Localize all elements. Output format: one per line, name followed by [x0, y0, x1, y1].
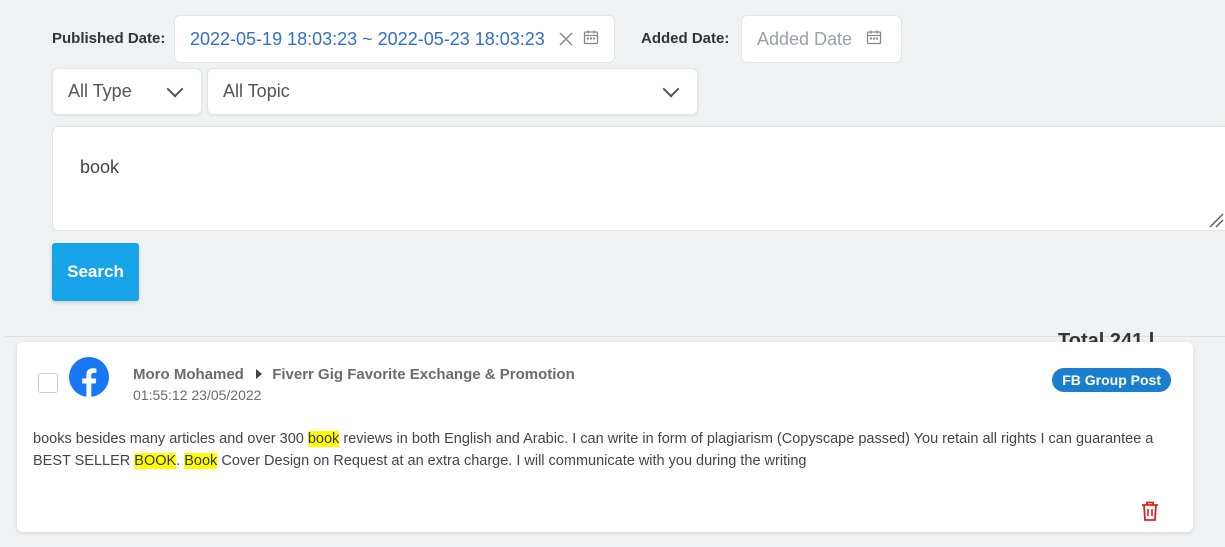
type-select[interactable]: All Type [52, 68, 202, 115]
trash-icon[interactable] [1141, 501, 1159, 526]
keyword-highlight: BOOK [134, 453, 177, 469]
calendar-icon [866, 29, 882, 50]
added-date-label: Added Date: [641, 30, 730, 47]
facebook-icon [69, 357, 109, 402]
divider [5, 336, 1225, 337]
post-text: Cover Design on Request at an extra char… [217, 453, 807, 469]
topic-select-value: All Topic [223, 81, 290, 101]
keyword-text: book [80, 157, 120, 177]
added-date-placeholder: Added Date [757, 28, 853, 49]
post-header: Moro Mohamed Fiverr Gig Favorite Exchang… [133, 366, 575, 383]
post-card: Moro Mohamed Fiverr Gig Favorite Exchang… [17, 342, 1193, 532]
topic-select[interactable]: All Topic [207, 68, 698, 115]
added-date-picker[interactable]: Added Date [741, 15, 902, 63]
post-type-badge-wrap: FB Group Post [1052, 368, 1171, 392]
post-group[interactable]: Fiverr Gig Favorite Exchange & Promotion [272, 366, 575, 383]
post-timestamp: 01:55:12 23/05/2022 [133, 387, 262, 403]
post-body: books besides many articles and over 300… [33, 428, 1173, 472]
published-date-value: 2022-05-19 18:03:23 ~ 2022-05-23 18:03:2… [190, 28, 545, 49]
post-author[interactable]: Moro Mohamed [133, 366, 244, 383]
total-count-clip: Total 241 l [1058, 327, 1218, 342]
calendar-icon [583, 29, 599, 50]
chevron-down-icon [662, 80, 680, 98]
post-select-checkbox[interactable] [38, 373, 58, 393]
post-type-badge: FB Group Post [1052, 368, 1171, 392]
clear-icon[interactable] [559, 32, 573, 46]
search-button[interactable]: Search [52, 243, 139, 301]
keyword-textarea[interactable]: book [52, 126, 1225, 231]
type-select-value: All Type [68, 81, 132, 101]
published-date-label: Published Date: [52, 30, 166, 47]
published-date-range-picker[interactable]: 2022-05-19 18:03:23 ~ 2022-05-23 18:03:2… [174, 15, 615, 63]
post-text: books besides many articles and over 300 [33, 431, 308, 447]
resize-handle-icon[interactable] [1208, 212, 1224, 233]
chevron-down-icon [166, 80, 184, 98]
keyword-highlight: book [307, 431, 340, 447]
caret-right-icon [256, 366, 263, 383]
keyword-highlight: Book [184, 453, 218, 469]
total-count: Total 241 l [1058, 330, 1155, 342]
